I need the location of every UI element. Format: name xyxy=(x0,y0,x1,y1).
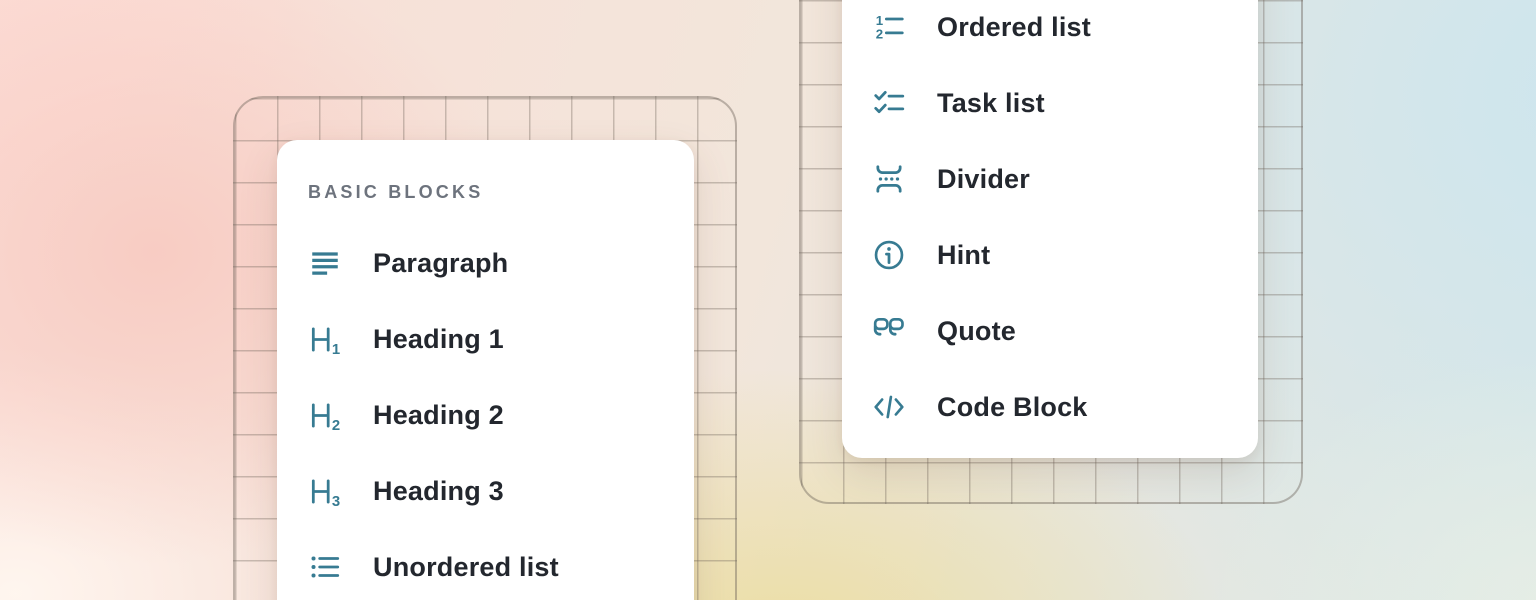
heading3-icon: 3 xyxy=(308,474,342,508)
ordered-list-icon: 12 xyxy=(872,10,906,44)
task-list-icon xyxy=(872,86,906,120)
menu-item-heading-2[interactable]: 2 Heading 2 xyxy=(308,377,694,453)
menu-item-label: Ordered list xyxy=(937,14,1091,41)
menu-item-quote[interactable]: Quote xyxy=(872,293,1258,369)
menu-item-label: Task list xyxy=(937,90,1045,117)
menu-list-more: 12 Ordered list Task list Divider Hint Quote C… xyxy=(872,0,1258,445)
menu-item-paragraph[interactable]: Paragraph xyxy=(308,225,694,301)
svg-text:1: 1 xyxy=(332,342,340,356)
menu-item-label: Quote xyxy=(937,318,1016,345)
svg-text:1: 1 xyxy=(876,13,884,28)
svg-text:3: 3 xyxy=(332,494,340,508)
divider-icon xyxy=(872,162,906,196)
menu-item-label: Heading 2 xyxy=(373,402,504,429)
svg-text:2: 2 xyxy=(876,27,883,42)
menu-item-heading-3[interactable]: 3 Heading 3 xyxy=(308,453,694,529)
menu-list-basic: Paragraph 1 Heading 1 2 Heading 2 3 Heading 3 U… xyxy=(308,225,694,600)
hint-icon xyxy=(872,238,906,272)
menu-item-task-list[interactable]: Task list xyxy=(872,65,1258,141)
heading1-icon: 1 xyxy=(308,322,342,356)
menu-item-label: Hint xyxy=(937,242,990,269)
menu-item-ordered-list[interactable]: 12 Ordered list xyxy=(872,0,1258,65)
menu-item-divider[interactable]: Divider xyxy=(872,141,1258,217)
menu-item-label: Heading 1 xyxy=(373,326,504,353)
menu-item-code-block[interactable]: Code Block xyxy=(872,369,1258,445)
menu-item-label: Paragraph xyxy=(373,250,508,277)
menu-item-unordered-list[interactable]: Unordered list xyxy=(308,529,694,600)
block-menu-more-panel: 12 Ordered list Task list Divider Hint Quote C… xyxy=(842,0,1258,458)
menu-item-label: Heading 3 xyxy=(373,478,504,505)
unordered-list-icon xyxy=(308,550,342,584)
menu-item-label: Code Block xyxy=(937,394,1088,421)
menu-item-hint[interactable]: Hint xyxy=(872,217,1258,293)
menu-item-label: Unordered list xyxy=(373,554,559,581)
svg-text:2: 2 xyxy=(332,418,340,432)
menu-item-label: Divider xyxy=(937,166,1030,193)
menu-item-heading-1[interactable]: 1 Heading 1 xyxy=(308,301,694,377)
heading2-icon: 2 xyxy=(308,398,342,432)
panel-header-basic-blocks: BASIC BLOCKS xyxy=(308,180,694,204)
quote-icon xyxy=(872,314,906,348)
block-menu-basic-panel: BASIC BLOCKS Paragraph 1 Heading 1 2 Heading… xyxy=(277,140,694,600)
gradient-background: BASIC BLOCKS Paragraph 1 Heading 1 2 Heading… xyxy=(0,0,1536,600)
code-block-icon xyxy=(872,390,906,424)
paragraph-icon xyxy=(308,246,342,280)
